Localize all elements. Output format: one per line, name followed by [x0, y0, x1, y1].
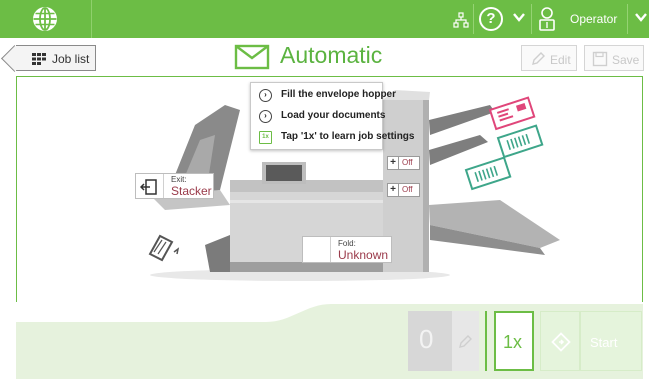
divider	[330, 237, 331, 262]
exit-icon	[140, 179, 157, 195]
diamond-arrow-icon	[551, 332, 571, 352]
chevron-right-circle-icon: ›	[259, 110, 272, 123]
counter-edit-button[interactable]	[452, 311, 479, 371]
fold-button[interactable]: Fold: Unknown	[302, 236, 392, 263]
feeder-toggle-2[interactable]: + Off	[387, 183, 420, 197]
fold-key: Fold:	[338, 239, 356, 248]
start-label: Start	[590, 335, 618, 350]
feeder-state: Off	[402, 185, 413, 194]
hint-text: Tap '1x' to learn job settings	[281, 131, 415, 142]
test-1x-button[interactable]: 1x	[494, 311, 534, 371]
pencil-icon	[459, 335, 472, 348]
feeder-state: Off	[402, 158, 413, 167]
plus-icon: +	[388, 157, 399, 169]
counter-value: 0	[419, 324, 434, 354]
chevron-right-circle-icon: ›	[259, 89, 272, 102]
divider	[485, 311, 487, 371]
test-1x-label: 1x	[503, 332, 523, 352]
counter-display[interactable]: 0	[408, 311, 452, 371]
fold-value: Unknown	[338, 248, 389, 262]
start-button[interactable]: Start	[580, 311, 642, 371]
1x-icon: 1x	[259, 131, 272, 144]
exit-key: Exit:	[171, 175, 187, 184]
exit-value: Stacker	[171, 184, 212, 198]
hint-text: Fill the envelope hopper	[281, 89, 397, 100]
plus-icon: +	[388, 184, 399, 196]
start-diamond-button[interactable]	[540, 311, 580, 371]
instructions-panel: › Fill the envelope hopper › Load your d…	[250, 82, 414, 150]
hint-text: Load your documents	[281, 110, 386, 121]
feeder-toggle-1[interactable]: + Off	[387, 156, 420, 170]
divider	[163, 174, 164, 198]
exit-stacker-button[interactable]: Exit: Stacker	[135, 173, 214, 199]
